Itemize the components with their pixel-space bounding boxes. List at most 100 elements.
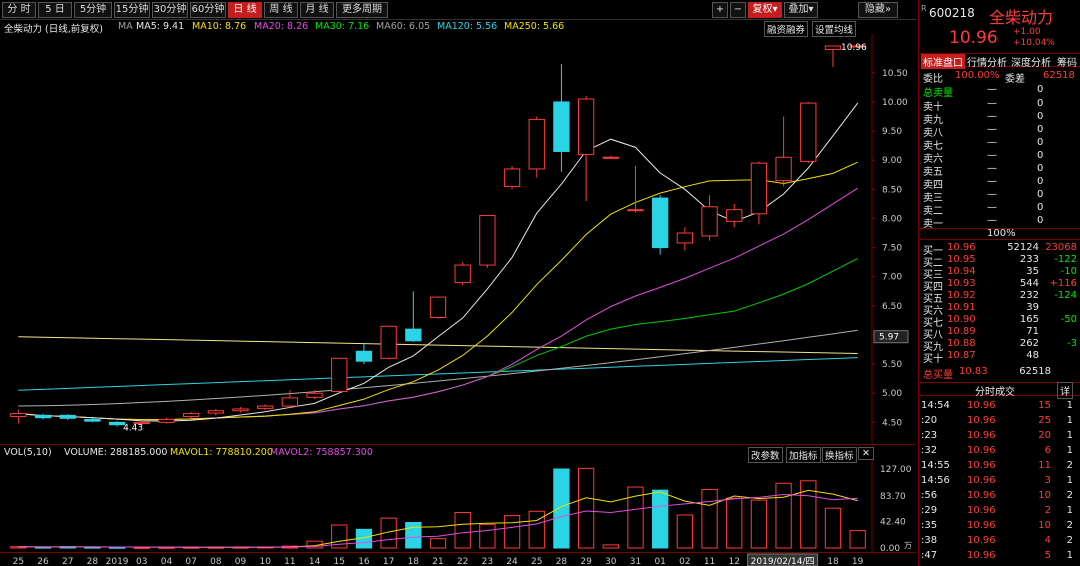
buy-level-row[interactable]: 买七 10.90 165 -50 <box>919 314 1080 329</box>
date-tick-label: 18 <box>827 557 839 566</box>
volume-bar <box>652 489 669 549</box>
trade-row[interactable]: 14:56 10.96 3 1 <box>919 475 1080 487</box>
trade-price: 10.96 <box>967 400 996 411</box>
date-tick-label: 18 <box>408 557 420 566</box>
quote-tabs: 标准盘口 行情分析 深度分析 筹码 <box>919 53 1080 69</box>
trade-row[interactable]: :47 10.96 5 1 <box>919 550 1080 562</box>
sell-level-row[interactable]: 卖九 —0 <box>919 111 1080 126</box>
trade-row[interactable]: :29 10.96 2 1 <box>919 505 1080 517</box>
trade-time: :38 <box>921 535 938 546</box>
date-tick-label: 11 <box>284 557 295 566</box>
period-tab-intraday[interactable]: 分 时 <box>2 2 36 18</box>
trade-row[interactable]: :35 10.96 10 2 <box>919 520 1080 532</box>
overlay-button[interactable]: 叠加▾ <box>784 2 818 18</box>
zoom-in-button[interactable]: + <box>712 2 728 18</box>
candle-body <box>182 413 200 418</box>
date-highlight-label: 2019/02/14/四 <box>751 557 815 566</box>
date-tick-label: 22 <box>457 557 468 566</box>
trade-vol: 11 <box>1038 460 1051 471</box>
period-tab-daily[interactable]: 日 线 <box>228 2 262 18</box>
price-tick-label: 5.50 <box>882 360 902 370</box>
sell-level-row[interactable]: 卖六 —0 <box>919 150 1080 165</box>
zoom-out-button[interactable]: − <box>730 2 746 18</box>
date-tick-label: 14 <box>309 557 321 566</box>
adjust-button[interactable]: 复权▾ <box>748 2 782 18</box>
buy-level-vol: 39 <box>1026 302 1039 313</box>
candle-body <box>824 45 842 50</box>
period-tab-5min[interactable]: 5分钟 <box>74 2 112 18</box>
sell-level-price: — <box>987 150 997 161</box>
trade-row[interactable]: :32 10.96 6 1 <box>919 445 1080 457</box>
candle-body <box>602 156 619 159</box>
volume-chart[interactable]: 127.00 83.70 42.40 0.00 万 <box>0 460 916 552</box>
kline-chart[interactable]: 10.5010.009.509.008.508.007.507.006.506.… <box>0 34 916 444</box>
buy-level-row[interactable]: 买六 10.91 39 <box>919 302 1080 317</box>
buy-level-row[interactable]: 买三 10.94 35 -10 <box>919 266 1080 281</box>
mavol2-value: MAVOL2: 758857.300 <box>270 447 373 458</box>
ma20-value: MA20: 8.26 <box>254 21 309 32</box>
tab-chips[interactable]: 筹码 <box>1057 54 1077 69</box>
sell-level-row[interactable]: 卖一 —0 <box>919 215 1080 230</box>
sell-level-row[interactable]: 卖七 —0 <box>919 137 1080 152</box>
trade-row[interactable]: 14:54 10.96 15 1 <box>919 400 1080 412</box>
period-tab-30min[interactable]: 30分钟 <box>152 2 188 18</box>
trade-count: 1 <box>1066 505 1073 516</box>
tab-market-analysis[interactable]: 行情分析 <box>967 54 1007 69</box>
buy-level-vol: 71 <box>1026 326 1039 337</box>
sell-level-price: — <box>987 124 997 135</box>
tab-standard[interactable]: 标准盘口 <box>921 54 965 69</box>
period-tab-weekly[interactable]: 周 线 <box>264 2 298 18</box>
buy-level-vol: 232 <box>1019 290 1039 301</box>
trade-price: 10.96 <box>967 445 996 456</box>
volume-value: VOLUME: 288185.000 <box>64 447 168 458</box>
sell-level-row[interactable]: 卖三 —0 <box>919 189 1080 204</box>
sell-level-vol: 0 <box>1037 137 1044 148</box>
sell-level-vol: 0 <box>1037 111 1044 122</box>
sell-level-row[interactable]: 卖十 —0 <box>919 98 1080 113</box>
tab-depth-analysis[interactable]: 深度分析 <box>1011 54 1051 69</box>
price-tick-label: 10.00 <box>882 98 908 108</box>
price-row: 10.96 +1.00 +10.04% <box>919 27 1080 50</box>
date-tick-label: 25 <box>531 557 542 566</box>
buy-level-row[interactable]: 买九 10.88 262 -3 <box>919 338 1080 353</box>
period-tab-monthly[interactable]: 月 线 <box>300 2 334 18</box>
candle-body <box>726 209 743 222</box>
buy-level-row[interactable]: 买八 10.89 71 <box>919 326 1080 341</box>
price-tick-label: 9.50 <box>882 127 902 137</box>
buy-level-row[interactable]: 买四 10.93 544 +116 <box>919 278 1080 293</box>
candle-body <box>257 405 274 409</box>
price-tick-label: 4.50 <box>882 418 902 428</box>
period-tab-more[interactable]: 更多周期 <box>336 2 388 18</box>
trade-row[interactable]: :20 10.96 25 1 <box>919 415 1080 427</box>
hide-button[interactable]: 隐藏» <box>858 2 898 18</box>
buy-level-row[interactable]: 买二 10.95 233 -122 <box>919 254 1080 269</box>
trade-time: 14:54 <box>921 400 950 411</box>
adjust-label: 复权 <box>752 4 773 15</box>
buy-level-vol: 35 <box>1026 266 1039 277</box>
date-axis: 25 26 27 28 2019 03 04 07 08 09 10 11 14 15 16 17 18 21 22… <box>0 552 916 566</box>
period-tab-5day[interactable]: 5 日 <box>38 2 72 18</box>
trade-vol: 25 <box>1038 415 1051 426</box>
trades-detail-button[interactable]: 详 <box>1057 382 1073 399</box>
close-icon[interactable]: ✕ <box>858 447 874 460</box>
ma5-value: MA5: 9.41 <box>136 21 185 32</box>
candle-body <box>479 215 496 266</box>
trade-row[interactable]: 14:55 10.96 11 2 <box>919 460 1080 472</box>
buy-level-row[interactable]: 买五 10.92 232 -124 <box>919 290 1080 305</box>
period-tab-15min[interactable]: 15分钟 <box>114 2 150 18</box>
sell-level-row[interactable]: 卖二 —0 <box>919 202 1080 217</box>
sell-level-row[interactable]: 卖五 —0 <box>919 163 1080 178</box>
trade-price: 10.96 <box>967 505 996 516</box>
trade-row[interactable]: :23 10.96 20 1 <box>919 430 1080 442</box>
price-tick-label: 10.50 <box>882 69 908 79</box>
sell-level-row[interactable]: 卖四 —0 <box>919 176 1080 191</box>
date-tick-label: 12 <box>729 557 740 566</box>
candle-body <box>355 350 373 362</box>
period-tab-60min[interactable]: 60分钟 <box>190 2 226 18</box>
buy-level-row[interactable]: 买十 10.87 48 <box>919 350 1080 365</box>
sell-level-row[interactable]: 卖八 —0 <box>919 124 1080 139</box>
buy-level-row[interactable]: 买一 10.96 52124 23068 <box>919 242 1080 257</box>
trade-row[interactable]: :38 10.96 4 2 <box>919 535 1080 547</box>
trade-row[interactable]: :56 10.96 10 2 <box>919 490 1080 502</box>
candle-body <box>429 296 447 318</box>
